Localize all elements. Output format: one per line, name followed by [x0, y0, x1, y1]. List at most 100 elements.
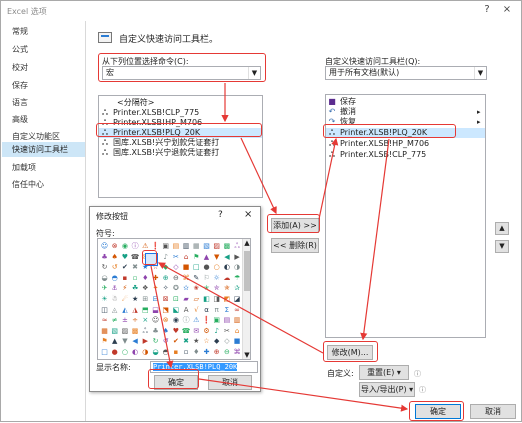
symbol-icon[interactable]: ◆: [212, 337, 221, 346]
symbol-icon[interactable]: ÷: [131, 316, 140, 325]
symbol-icon[interactable]: ○: [120, 348, 129, 357]
symbol-icon[interactable]: ▶: [233, 253, 242, 262]
symbol-icon[interactable]: ⌂: [233, 327, 242, 336]
symbol-icon[interactable]: ☼: [212, 274, 221, 283]
symbol-icon[interactable]: ⚡: [120, 284, 129, 293]
sidebar-item-save[interactable]: 保存: [2, 78, 85, 93]
symbol-icon[interactable]: ▩: [222, 242, 231, 251]
symbol-icon[interactable]: ±: [120, 316, 129, 325]
symbol-icon[interactable]: ☺: [151, 316, 160, 325]
sidebar-item-proofing[interactable]: 校对: [2, 60, 85, 75]
symbol-icon[interactable]: ✈: [100, 284, 109, 293]
symbol-icon[interactable]: ▦: [100, 327, 109, 336]
symbol-icon[interactable]: ▧: [202, 242, 211, 251]
sidebar-item-advanced[interactable]: 高级: [2, 112, 85, 127]
symbol-icon[interactable]: ✭: [202, 284, 211, 293]
list-item[interactable]: ↶ 撤消 ▸: [326, 107, 485, 117]
symbol-icon[interactable]: ◓: [161, 348, 170, 357]
symbol-icon[interactable]: ◉: [171, 316, 180, 325]
symbol-icon[interactable]: ◆: [161, 263, 170, 272]
symbol-icon[interactable]: ✦: [151, 284, 160, 293]
symbol-icon[interactable]: ♦: [141, 274, 150, 283]
symbol-icon[interactable]: ×: [141, 316, 150, 325]
symbol-icon[interactable]: ✧: [161, 284, 170, 293]
symbol-icon[interactable]: ▦: [192, 242, 201, 251]
symbol-icon[interactable]: ↻: [151, 337, 160, 346]
scroll-up-icon[interactable]: ▲: [243, 239, 251, 247]
symbol-icon[interactable]: A: [182, 306, 191, 315]
symbol-icon[interactable]: ⓘ: [131, 242, 140, 251]
symbol-icon[interactable]: ◮: [131, 306, 140, 315]
available-commands-list[interactable]: <分隔符> ஃ Printer.XLSB!CLP_775 ஃ Printer.XLS…: [98, 95, 263, 198]
move-down-button[interactable]: ▼: [495, 240, 509, 253]
symbol-icon[interactable]: ▨: [120, 327, 129, 336]
symbol-icon[interactable]: ☎: [131, 253, 140, 262]
symbol-icon[interactable]: ☆: [202, 337, 211, 346]
symbol-icon[interactable]: ⊗: [110, 242, 119, 251]
symbol-icon[interactable]: ⚓: [110, 284, 119, 293]
symbol-icon[interactable]: ▤: [222, 316, 231, 325]
symbol-icon[interactable]: ▤: [171, 242, 180, 251]
list-item[interactable]: ஃ 国库.XLSB!兴宁划款凭证套打: [99, 138, 262, 148]
symbol-icon[interactable]: ◨: [212, 295, 221, 304]
symbol-icon[interactable]: ✂: [171, 253, 180, 262]
symbol-icon[interactable]: ✂: [222, 327, 231, 336]
symbol-icon[interactable]: ✉: [192, 327, 201, 336]
scrollbar[interactable]: ▲ ▼: [242, 239, 250, 359]
sidebar-item-trust-center[interactable]: 信任中心: [2, 177, 85, 192]
list-item[interactable]: ■ 保存: [326, 97, 485, 107]
symbol-icon[interactable]: ↺: [110, 263, 119, 272]
symbol-icon[interactable]: ✯: [222, 284, 231, 293]
symbol-icon[interactable]: ✰: [233, 284, 242, 293]
move-up-button[interactable]: ▲: [495, 222, 509, 235]
symbol-icon[interactable]: ▫: [182, 348, 191, 357]
symbol-icon[interactable]: ✔: [171, 337, 180, 346]
symbol-icon[interactable]: ⊗: [161, 316, 170, 325]
list-item[interactable]: ஃ 国库.XLSB!兴宁退款凭证套打: [99, 148, 262, 158]
symbol-icon[interactable]: ≠: [110, 316, 119, 325]
symbol-icon[interactable]: ■: [182, 263, 191, 272]
symbol-icon[interactable]: ◪: [233, 295, 242, 304]
symbol-icon[interactable]: ⬕: [171, 306, 180, 315]
symbol-icon[interactable]: ∞: [233, 306, 242, 315]
symbol-icon[interactable]: ⌂: [182, 253, 191, 262]
symbol-icon[interactable]: ▪: [171, 348, 180, 357]
symbol-icon[interactable]: ⓘ: [182, 316, 191, 325]
symbol-icon[interactable]: ≈: [100, 316, 109, 325]
symbol-icon[interactable]: ◐: [131, 348, 140, 357]
symbol-icon[interactable]: ☘: [131, 284, 140, 293]
symbol-icon[interactable]: ☀: [100, 295, 109, 304]
symbol-icon[interactable]: ♠: [110, 253, 119, 262]
symbol-icon[interactable]: ☁: [222, 274, 231, 283]
symbol-icon[interactable]: ▫: [131, 274, 140, 283]
symbol-icon[interactable]: ▣: [212, 316, 221, 325]
symbol-icon[interactable]: ⬒: [141, 306, 150, 315]
symbol-icon[interactable]: ✔: [120, 263, 129, 272]
symbol-icon[interactable]: Σ: [222, 306, 231, 315]
symbol-icon[interactable]: ▼: [212, 253, 221, 262]
symbol-icon[interactable]: ◒: [100, 274, 109, 283]
symbol-icon[interactable]: ▼: [120, 337, 129, 346]
symbol-icon[interactable]: ✚: [202, 348, 211, 357]
dialog-cancel-button[interactable]: 取消: [208, 375, 252, 390]
symbol-icon[interactable]: ◬: [110, 306, 119, 315]
symbol-icon[interactable]: ✮: [212, 284, 221, 293]
symbol-icon[interactable]: ▥: [182, 242, 191, 251]
symbol-icon[interactable]: ⊡: [171, 295, 180, 304]
list-item[interactable]: ஃ Printer.XLSB!HP_M706: [326, 139, 485, 149]
list-item[interactable]: ஃ Printer.XLSB!CLP_775: [326, 150, 485, 160]
symbol-icon[interactable]: ⊖: [222, 348, 231, 357]
symbol-icon[interactable]: ☎: [182, 327, 191, 336]
symbol-icon[interactable]: ✖: [131, 263, 140, 272]
symbol-icon[interactable]: ♣: [151, 327, 160, 336]
symbol-icon[interactable]: ⌘: [182, 274, 191, 283]
symbol-icon[interactable]: ⚑: [192, 253, 201, 262]
symbol-icon[interactable]: ♪: [212, 327, 221, 336]
symbol-icon[interactable]: ✖: [182, 337, 191, 346]
chevron-down-icon[interactable]: ▼: [474, 67, 486, 79]
reset-button[interactable]: 重置(E) ▾: [359, 365, 409, 380]
symbol-icon[interactable]: ▱: [192, 295, 201, 304]
symbol-icon[interactable]: ◧: [202, 295, 211, 304]
symbol-icon[interactable]: α: [202, 306, 211, 315]
symbol-icon[interactable]: ☄: [120, 295, 129, 304]
